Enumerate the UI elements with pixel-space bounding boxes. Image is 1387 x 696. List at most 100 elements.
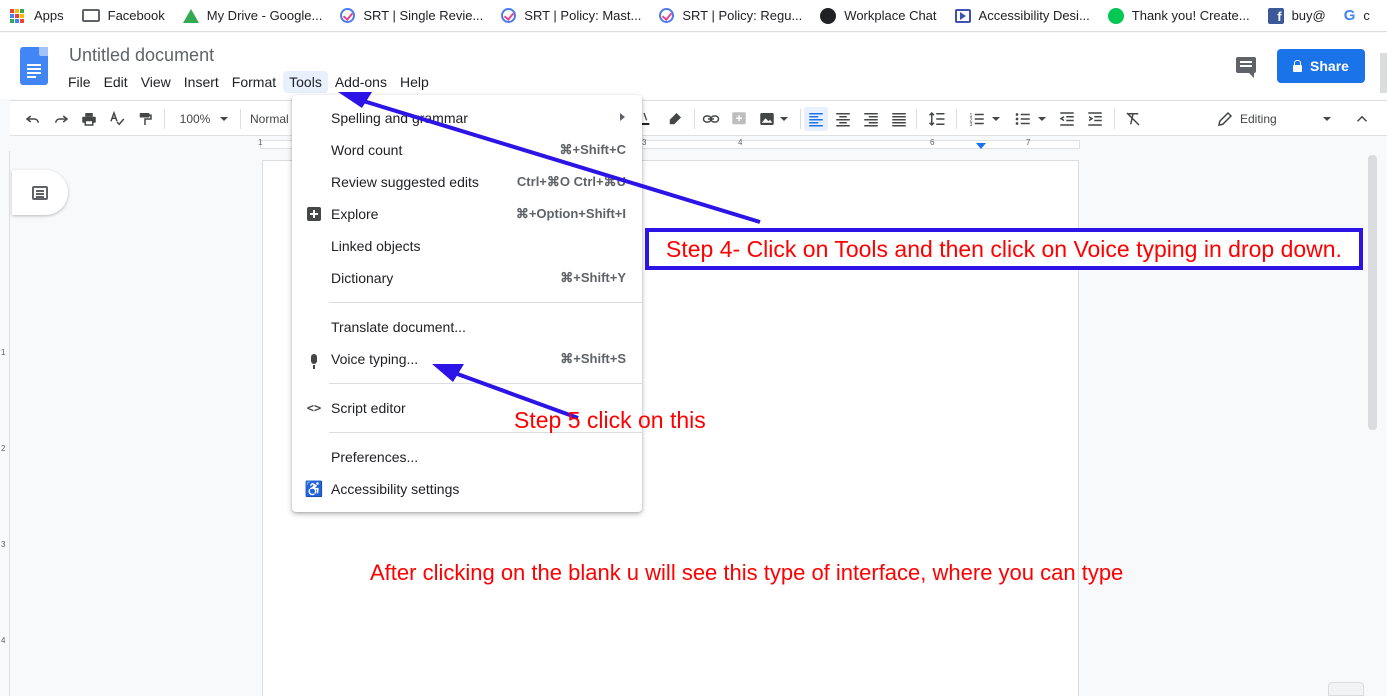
docs-logo-icon[interactable] <box>20 47 48 85</box>
video-icon <box>954 8 971 23</box>
bookmark-label: Accessibility Desi... <box>978 8 1090 23</box>
explore-corner-button[interactable] <box>1328 682 1364 696</box>
image-icon <box>760 113 774 125</box>
ruler-number: 7 <box>1026 138 1031 147</box>
menu-item-accessibility-settings[interactable]: ♿ Accessibility settings <box>292 473 642 505</box>
menu-tools[interactable]: Tools <box>283 71 328 93</box>
style-select[interactable]: Normal <box>250 109 292 129</box>
line-spacing-button[interactable] <box>926 109 948 129</box>
apps-grid-icon <box>10 8 24 23</box>
docs-header: Untitled document File Edit View Insert … <box>0 33 1387 99</box>
menu-item-voice-typing[interactable]: Voice typing... ⌘+Shift+S <box>292 343 642 375</box>
menu-item-translate-document[interactable]: Translate document... <box>292 311 642 343</box>
bookmark-label: Workplace Chat <box>844 8 937 23</box>
undo-icon <box>25 115 39 123</box>
bookmark-srt-policy-mast[interactable]: SRT | Policy: Mast... <box>501 8 641 23</box>
menu-item-review-suggested-edits[interactable]: Review suggested edits Ctrl+⌘O Ctrl+⌘U <box>292 166 642 198</box>
justify-icon <box>892 113 906 127</box>
svg-text:3: 3 <box>970 122 973 128</box>
insert-image-button[interactable] <box>756 109 790 129</box>
chevron-down-icon <box>992 117 1000 121</box>
bookmark-label: buy@ <box>1291 8 1326 23</box>
undo-button[interactable] <box>22 109 44 129</box>
right-indent-marker-icon[interactable] <box>976 143 986 149</box>
google-drive-icon <box>182 8 199 23</box>
ruler-number: 6 <box>930 138 935 147</box>
bookmark-thank-you[interactable]: Thank you! Create... <box>1107 7 1250 24</box>
align-center-icon <box>836 113 850 127</box>
hide-menus-button[interactable] <box>1352 109 1372 129</box>
decrease-indent-button[interactable] <box>1056 109 1078 129</box>
align-right-icon <box>864 113 878 127</box>
insert-link-button[interactable] <box>700 109 722 129</box>
spellcheck-button[interactable] <box>106 109 128 129</box>
submenu-arrow-icon <box>620 113 625 121</box>
line-spacing-icon <box>928 111 945 127</box>
redo-button[interactable] <box>50 109 72 129</box>
menu-item-dictionary[interactable]: Dictionary ⌘+Shift+Y <box>292 262 642 294</box>
bookmark-label: Apps <box>34 8 64 23</box>
highlight-color-button[interactable] <box>664 109 686 129</box>
bookmark-my-drive[interactable]: My Drive - Google... <box>182 8 322 23</box>
menu-item-preferences[interactable]: Preferences... <box>292 441 642 473</box>
menu-edit[interactable]: Edit <box>98 71 134 93</box>
pencil-icon <box>1218 111 1233 126</box>
numbered-list-button[interactable]: 123 <box>966 109 1002 129</box>
document-scrollbar[interactable] <box>1368 155 1377 430</box>
align-center-button[interactable] <box>832 109 854 129</box>
menu-item-linked-objects[interactable]: Linked objects <box>292 230 642 262</box>
editing-mode-select[interactable]: Editing <box>1216 109 1334 129</box>
window-scrollbar[interactable] <box>1380 53 1387 93</box>
toolbar-divider <box>1114 109 1115 129</box>
justify-button[interactable] <box>888 109 910 129</box>
share-button[interactable]: Share <box>1277 49 1365 83</box>
menu-item-word-count[interactable]: Word count ⌘+Shift+C <box>292 134 642 166</box>
increase-indent-button[interactable] <box>1084 109 1106 129</box>
print-button[interactable] <box>78 109 100 129</box>
bookmark-apps[interactable]: Apps <box>10 8 64 23</box>
menu-item-shortcut: ⌘+Shift+Y <box>560 270 626 285</box>
align-left-button[interactable] <box>804 107 828 131</box>
document-outline-button[interactable] <box>12 170 68 215</box>
paint-format-button[interactable] <box>134 109 156 129</box>
bookmark-facebook-folder[interactable]: Facebook <box>81 8 165 23</box>
menu-view[interactable]: View <box>135 71 177 93</box>
menu-item-shortcut: ⌘+Option+Shift+I <box>515 206 626 221</box>
insert-comment-button[interactable] <box>728 109 750 129</box>
chevron-down-icon <box>780 117 788 121</box>
bookmark-buy[interactable]: f buy@ <box>1267 7 1326 24</box>
google-icon: G <box>1343 7 1356 24</box>
menu-insert[interactable]: Insert <box>178 71 225 93</box>
bookmark-workplace-chat[interactable]: Workplace Chat <box>820 7 937 24</box>
share-label: Share <box>1310 58 1349 74</box>
bulleted-list-button[interactable] <box>1012 109 1048 129</box>
menu-divider <box>329 302 642 303</box>
bookmark-label: SRT | Policy: Mast... <box>524 8 642 23</box>
zoom-value: 100% <box>179 112 211 126</box>
menu-add-ons[interactable]: Add-ons <box>329 71 393 93</box>
comments-icon[interactable] <box>1236 57 1256 78</box>
document-title[interactable]: Untitled document <box>69 45 214 66</box>
menu-help[interactable]: Help <box>394 71 435 93</box>
menu-item-spelling-and-grammar[interactable]: Spelling and grammar <box>292 102 642 134</box>
clear-formatting-button[interactable] <box>1122 109 1144 129</box>
menu-divider <box>329 432 642 433</box>
menu-file[interactable]: File <box>62 71 97 93</box>
code-icon: <> <box>306 401 322 415</box>
chevron-down-icon <box>220 117 229 121</box>
menu-item-explore[interactable]: Explore ⌘+Option+Shift+I <box>292 198 642 230</box>
srt-icon <box>659 8 675 23</box>
bookmark-srt-single-review[interactable]: SRT | Single Revie... <box>340 8 483 23</box>
menu-item-script-editor[interactable]: <> Script editor <box>292 392 642 424</box>
vertical-ruler[interactable]: 1 2 3 4 <box>0 151 10 696</box>
bookmark-google[interactable]: G c <box>1344 7 1370 24</box>
link-icon <box>702 115 720 123</box>
bookmark-label: Facebook <box>107 8 165 23</box>
bookmark-srt-policy-regu[interactable]: SRT | Policy: Regu... <box>659 8 802 23</box>
zoom-select[interactable]: 100% <box>176 109 232 129</box>
horizontal-ruler[interactable]: 1 3 4 6 7 <box>10 137 1387 151</box>
bookmark-label: SRT | Policy: Regu... <box>682 8 803 23</box>
align-right-button[interactable] <box>860 109 882 129</box>
menu-format[interactable]: Format <box>226 71 282 93</box>
bookmark-accessibility-design[interactable]: Accessibility Desi... <box>954 8 1090 23</box>
